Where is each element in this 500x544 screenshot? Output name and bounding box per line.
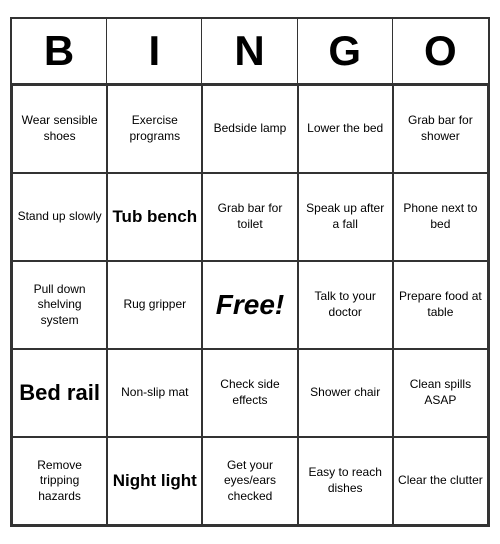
bingo-letter-n: N [202,19,297,83]
bingo-cell-8: Speak up after a fall [298,173,393,261]
bingo-grid: Wear sensible shoesExercise programsBeds… [12,85,488,525]
bingo-letter-g: G [298,19,393,83]
bingo-cell-2: Bedside lamp [202,85,297,173]
bingo-cell-0: Wear sensible shoes [12,85,107,173]
bingo-cell-15: Bed rail [12,349,107,437]
bingo-cell-21: Night light [107,437,202,525]
bingo-cell-23: Easy to reach dishes [298,437,393,525]
bingo-header: BINGO [12,19,488,85]
bingo-cell-12: Free! [202,261,297,349]
bingo-cell-24: Clear the clutter [393,437,488,525]
bingo-cell-9: Phone next to bed [393,173,488,261]
bingo-cell-3: Lower the bed [298,85,393,173]
bingo-cell-13: Talk to your doctor [298,261,393,349]
bingo-cell-1: Exercise programs [107,85,202,173]
bingo-letter-o: O [393,19,488,83]
bingo-card: BINGO Wear sensible shoesExercise progra… [10,17,490,527]
bingo-letter-i: I [107,19,202,83]
bingo-cell-4: Grab bar for shower [393,85,488,173]
bingo-cell-16: Non-slip mat [107,349,202,437]
bingo-letter-b: B [12,19,107,83]
bingo-cell-18: Shower chair [298,349,393,437]
bingo-cell-17: Check side effects [202,349,297,437]
bingo-cell-11: Rug gripper [107,261,202,349]
bingo-cell-7: Grab bar for toilet [202,173,297,261]
bingo-cell-6: Tub bench [107,173,202,261]
bingo-cell-10: Pull down shelving system [12,261,107,349]
bingo-cell-14: Prepare food at table [393,261,488,349]
bingo-cell-5: Stand up slowly [12,173,107,261]
bingo-cell-19: Clean spills ASAP [393,349,488,437]
bingo-cell-20: Remove tripping hazards [12,437,107,525]
bingo-cell-22: Get your eyes/ears checked [202,437,297,525]
